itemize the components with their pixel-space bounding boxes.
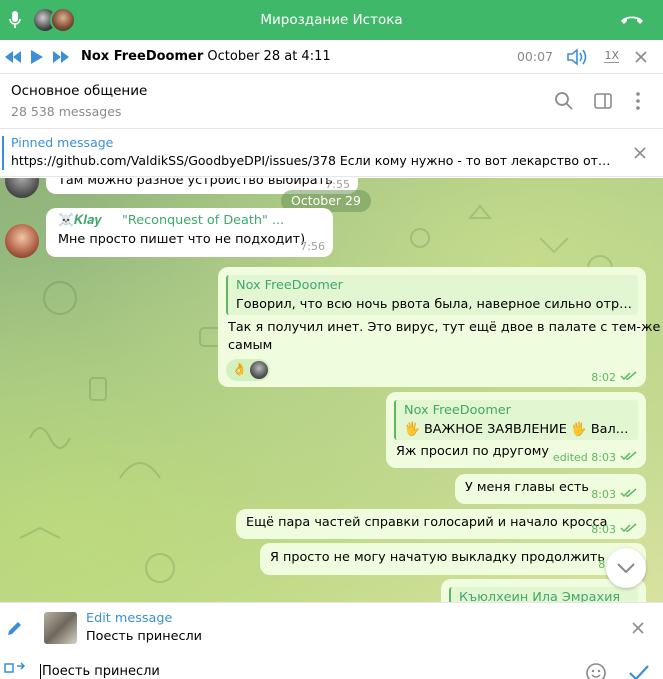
message-text: Мне просто пишет что не подходит) <box>58 232 306 247</box>
message-bubble[interactable]: Я просто не могу начатую выкладку продол… <box>260 543 646 575</box>
volume-icon[interactable] <box>565 46 589 68</box>
reply-author: Nox FreeDoomer <box>236 278 343 293</box>
reaction-chip[interactable]: 👌 <box>226 359 270 381</box>
edit-preview: Поесть принесли <box>86 629 203 644</box>
chevron-down-icon <box>617 563 635 574</box>
message-bubble[interactable]: Nox FreeDoomer 🖐 ВАЖНОЕ ЗАЯВЛЕНИЕ 🖐 Вале… <box>386 392 646 468</box>
telegram-window: Мироздание Истока Nox FreeDoomer October… <box>0 0 663 679</box>
media-thumbnail[interactable] <box>44 612 77 644</box>
message-text: Там можно разное устроиство выбирать <box>58 178 333 188</box>
rewind-icon[interactable] <box>1 40 25 74</box>
voice-chat-title: Мироздание Истока <box>260 12 403 28</box>
play-icon[interactable] <box>25 40 49 74</box>
pinned-indicator <box>2 136 4 170</box>
reply-quote[interactable]: Къюлхеин Ила Эмрахия <box>449 587 638 602</box>
chat-member-count: 28 538 messages <box>11 104 122 119</box>
reply-quote[interactable]: Nox FreeDoomer 🖐 ВАЖНОЕ ЗАЯВЛЕНИЕ 🖐 Вале… <box>394 400 638 440</box>
message-text: Я просто не могу начатую выкладку продол… <box>270 550 605 565</box>
message-bubble[interactable]: ☠️𝑲𝒍𝒂𝒚 "Reconquest of Death" ... Мне про… <box>46 208 333 257</box>
edit-message-bar: Edit message Поесть принесли <box>0 602 663 654</box>
edit-title: Edit message <box>86 611 173 626</box>
message-bubble[interactable]: Ещё пара частей справки голосарий и нача… <box>236 509 646 539</box>
voice-participants[interactable] <box>32 7 76 33</box>
player-author: Nox FreeDoomer <box>81 49 204 64</box>
pinned-message-bar[interactable]: Pinned message https://github.com/Valdik… <box>0 130 663 177</box>
message-bubble[interactable]: У меня главы есть 8:03 <box>455 474 646 504</box>
message-bubble[interactable]: Nox FreeDoomer Говорил, что всю ночь рво… <box>218 267 660 387</box>
audio-player-bar: Nox FreeDoomer October 28 at 4:11 00:07 … <box>0 40 663 74</box>
message-text: Так я получил инет. Это вирус, тут ещё д… <box>228 320 661 335</box>
message-time: 8:02 <box>591 371 616 384</box>
message-input-bar: Поесть принесли <box>0 654 663 679</box>
microphone-icon[interactable] <box>2 0 28 40</box>
save-edit-check-icon[interactable] <box>627 663 651 679</box>
voice-chat-bar[interactable]: Мироздание Истока <box>0 0 663 40</box>
reply-preview: 🖐 ВАЖНОЕ ЗАЯВЛЕНИЕ 🖐 Вален... <box>404 422 636 437</box>
close-icon[interactable] <box>631 144 649 162</box>
emoji-icon[interactable] <box>585 662 607 679</box>
pencil-icon <box>5 618 25 638</box>
avatar <box>250 361 268 379</box>
chat-header[interactable]: Основное общение 28 538 messages <box>0 75 663 129</box>
message-time: edited 8:03 <box>552 451 616 464</box>
chat-title: Основное общение <box>11 83 148 99</box>
scroll-down-button[interactable] <box>606 548 646 588</box>
message-text: самым <box>228 338 273 353</box>
pinned-text: https://github.com/ValdikSS/GoodbyeDPI/i… <box>11 153 611 168</box>
pinned-title: Pinned message <box>11 135 114 150</box>
message-list[interactable]: Там можно разное устроиство выбирать 7:5… <box>0 178 663 602</box>
player-date: October 28 at 4:11 <box>207 49 331 64</box>
read-check-icon <box>620 523 637 533</box>
close-icon[interactable] <box>631 47 651 67</box>
reply-author[interactable]: ☠️𝑲𝒍𝒂𝒚 <box>58 212 102 230</box>
reply-quote[interactable]: Nox FreeDoomer Говорил, что всю ночь рво… <box>226 275 638 315</box>
more-options-icon[interactable] <box>627 90 649 112</box>
reply-author: Nox FreeDoomer <box>404 403 511 418</box>
reaction-emoji: 👌 <box>232 362 247 376</box>
forward-icon[interactable] <box>49 40 73 74</box>
read-check-icon <box>620 371 637 381</box>
player-time: 00:07 <box>516 49 553 64</box>
reply-preview: Говорил, что всю ночь рвота была, наверн… <box>236 297 634 312</box>
close-icon[interactable] <box>629 619 647 637</box>
message-input[interactable]: Поесть принесли <box>40 664 160 679</box>
message-text: У меня главы есть <box>465 480 589 495</box>
playback-speed-button[interactable]: 1X <box>604 49 619 63</box>
sidebar-toggle-icon[interactable] <box>592 90 614 112</box>
player-track-title[interactable]: Nox FreeDoomer October 28 at 4:11 <box>81 49 331 64</box>
message-time: 8:03 <box>591 523 616 536</box>
avatar <box>50 7 76 33</box>
message-text: Яж просил по другому <box>396 444 549 459</box>
reply-preview[interactable]: "Reconquest of Death" ... <box>122 212 284 230</box>
reply-author: Къюлхеин Ила Эмрахия <box>459 590 621 602</box>
message-text: Ещё пара частей справки голосарий и нача… <box>246 515 608 530</box>
read-check-icon <box>620 451 637 461</box>
read-check-icon <box>620 488 637 498</box>
hang-up-icon[interactable] <box>619 10 645 30</box>
message-time: 7:56 <box>300 240 325 253</box>
message-time: 8:03 <box>591 488 616 501</box>
avatar[interactable] <box>5 224 39 258</box>
search-icon[interactable] <box>553 90 575 112</box>
replace-media-icon[interactable] <box>4 662 26 679</box>
